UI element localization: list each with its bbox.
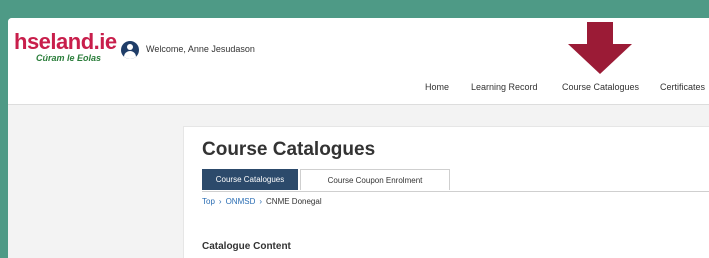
logo-text: hseland.ie [14, 29, 117, 54]
content-panel: Course Catalogues Course Catalogues Cour… [183, 126, 709, 258]
avatar-body [124, 51, 136, 59]
breadcrumb-separator: › [218, 197, 222, 206]
breadcrumb: Top › ONMSD › CNME Donegal [202, 197, 322, 206]
down-arrow-icon [568, 22, 632, 78]
arrow-head [568, 44, 632, 74]
nav-item-certificates[interactable]: Certificates [660, 82, 705, 92]
user-avatar-icon[interactable] [121, 41, 139, 59]
screenshot-frame: hseland.ie Cúram le Eolas Welcome, Anne … [0, 0, 709, 258]
avatar-head [127, 44, 133, 50]
nav-item-home[interactable]: Home [425, 82, 449, 92]
breadcrumb-onmsd[interactable]: ONMSD [226, 197, 256, 206]
breadcrumb-separator: › [259, 197, 263, 206]
breadcrumb-top[interactable]: Top [202, 197, 215, 206]
tab-course-catalogues[interactable]: Course Catalogues [202, 169, 298, 190]
tab-bar: Course Catalogues Course Coupon Enrolmen… [202, 169, 709, 192]
nav-item-course-catalogues[interactable]: Course Catalogues [562, 82, 639, 92]
arrow-shaft [587, 22, 613, 44]
breadcrumb-current: CNME Donegal [266, 197, 322, 206]
hseland-logo[interactable]: hseland.ie Cúram le Eolas [14, 31, 118, 65]
page-title: Course Catalogues [202, 139, 376, 160]
welcome-message: Welcome, Anne Jesudason [146, 44, 255, 54]
catalogue-content-heading: Catalogue Content [202, 241, 291, 252]
tab-course-coupon-enrolment[interactable]: Course Coupon Enrolment [300, 169, 450, 190]
logo-tagline: Cúram le Eolas [36, 53, 102, 63]
nav-item-learning-record[interactable]: Learning Record [471, 82, 538, 92]
